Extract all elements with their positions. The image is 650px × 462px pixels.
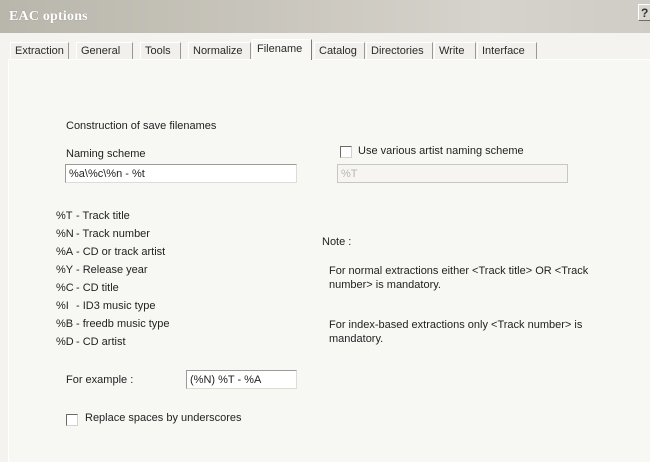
legend-row-cd-artist: %D - CD artist — [56, 336, 126, 348]
legend-code: %B — [56, 318, 74, 330]
legend-code: %T — [56, 210, 73, 222]
note-title: Note : — [322, 236, 352, 248]
legend-desc: - CD or track artist — [76, 246, 166, 258]
example-label: For example : — [66, 374, 134, 386]
legend-row-freedb-type: %B - freedb music type — [56, 318, 170, 330]
naming-scheme-input[interactable] — [65, 164, 297, 183]
tab-directories[interactable]: Directories — [366, 42, 433, 59]
legend-desc: - CD title — [76, 282, 119, 294]
naming-scheme-label: Naming scheme — [66, 148, 146, 160]
tab-tools[interactable]: Tools — [140, 42, 181, 59]
tab-normalize[interactable]: Normalize — [188, 42, 251, 59]
tab-general[interactable]: General — [76, 42, 133, 59]
various-artist-input[interactable] — [337, 164, 568, 183]
various-artist-label: Use various artist naming scheme — [358, 145, 524, 157]
window-title: EAC options — [9, 9, 88, 24]
legend-row-artist: %A - CD or track artist — [56, 246, 165, 258]
section-title: Construction of save filenames — [66, 120, 217, 132]
legend-code: %C — [56, 282, 74, 294]
legend-row-track-number: %N - Track number — [56, 228, 150, 240]
tab-interface[interactable]: Interface — [477, 42, 537, 59]
tab-write[interactable]: Write — [434, 42, 476, 59]
example-output — [186, 370, 297, 389]
replace-spaces-checkbox[interactable] — [66, 414, 78, 426]
various-artist-checkbox[interactable] — [340, 146, 352, 158]
legend-desc: - ID3 music type — [76, 300, 156, 312]
tab-extraction[interactable]: Extraction — [10, 42, 69, 59]
legend-row-id3-type: %I - ID3 music type — [56, 300, 155, 312]
legend-row-cd-title: %C - CD title — [56, 282, 119, 294]
legend-desc: - Track number — [76, 228, 150, 240]
legend-desc: - Release year — [76, 264, 148, 276]
legend-row-track-title: %T - Track title — [56, 210, 130, 222]
legend-desc: - freedb music type — [76, 318, 170, 330]
legend-code: %N — [56, 228, 74, 240]
legend-row-release-year: %Y - Release year — [56, 264, 148, 276]
replace-spaces-label: Replace spaces by underscores — [85, 412, 242, 424]
note-normal-extractions: For normal extractions either <Track tit… — [329, 265, 589, 291]
tab-catalog[interactable]: Catalog — [314, 42, 365, 59]
tab-strip: Extraction General Tools Normalize Filen… — [10, 38, 630, 60]
legend-desc: - Track title — [76, 210, 130, 222]
eac-options-window: EAC options ? Extraction General Tools N… — [0, 0, 650, 462]
legend-desc: - CD artist — [76, 336, 126, 348]
legend-code: %I — [56, 300, 69, 312]
note-index-extractions: For index-based extractions only <Track … — [329, 319, 583, 345]
help-button[interactable]: ? — [638, 4, 650, 21]
tab-filename[interactable]: Filename — [252, 39, 312, 60]
title-bar[interactable]: EAC options ? — [0, 0, 650, 33]
legend-code: %A — [56, 246, 74, 258]
legend-code: %D — [56, 336, 74, 348]
legend-code: %Y — [56, 264, 74, 276]
